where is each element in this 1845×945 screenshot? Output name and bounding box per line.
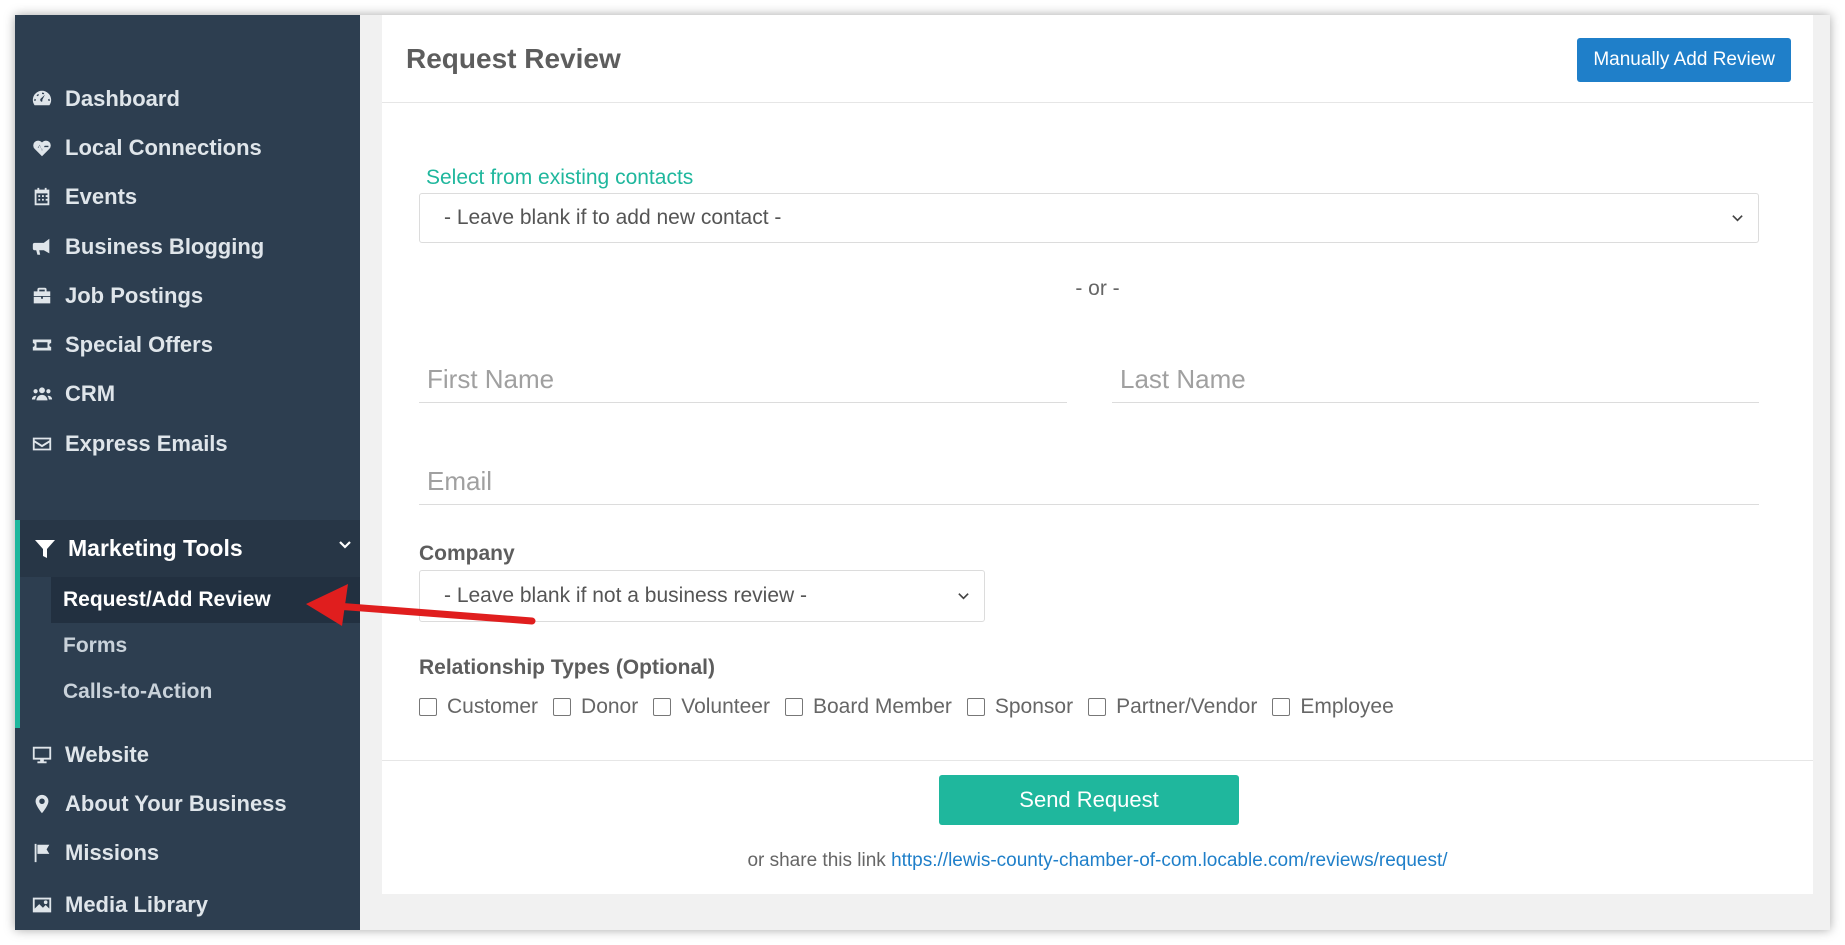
checkbox-label: Donor [581, 695, 639, 718]
company-label: Company [419, 542, 515, 565]
map-marker-icon [29, 791, 55, 817]
divider [382, 760, 1813, 761]
sidebar-item-label: Media Library [65, 892, 209, 917]
checkbox-box[interactable] [784, 698, 803, 716]
checkbox-box[interactable] [966, 698, 985, 716]
or-separator: - or - [1075, 277, 1120, 300]
relationship-types-group: Customer Donor Volunteer Board Member Sp… [419, 695, 1409, 719]
sidebar-item-label: Local Connections [65, 135, 262, 160]
checkbox-box[interactable] [419, 698, 437, 716]
email-input[interactable] [419, 459, 1759, 505]
sidebar: Dashboard Local Connections Events Busin… [15, 15, 360, 930]
checkbox-sponsor[interactable]: Sponsor [966, 695, 1074, 719]
checkbox-partner-vendor[interactable]: Partner/Vendor [1088, 695, 1257, 719]
tachometer-icon [29, 86, 55, 112]
checkbox-label: Volunteer [681, 695, 770, 718]
checkbox-box[interactable] [553, 698, 572, 716]
sidebar-item-dashboard[interactable]: Dashboard [15, 74, 360, 124]
sidebar-item-about-your-business[interactable]: About Your Business [15, 779, 360, 829]
sidebar-subitem-label: Forms [63, 634, 128, 657]
checkbox-label: Customer [447, 695, 539, 718]
page-title: Request Review [406, 43, 621, 74]
flag-icon [29, 840, 55, 866]
first-name-input[interactable] [419, 357, 1067, 403]
existing-contacts-select-value: - Leave blank if to add new contact - [444, 206, 782, 229]
manually-add-review-button[interactable]: Manually Add Review [1577, 38, 1791, 82]
calendar-icon [29, 184, 55, 210]
checkbox-box[interactable] [1088, 698, 1107, 716]
image-icon [29, 892, 55, 918]
sidebar-item-business-blogging[interactable]: Business Blogging [15, 222, 360, 272]
share-request-link[interactable]: https://lewis-county-chamber-of-com.loca… [891, 850, 1447, 871]
envelope-icon [29, 431, 55, 457]
sidebar-item-special-offers[interactable]: Special Offers [15, 320, 360, 370]
existing-contacts-select[interactable]: - Leave blank if to add new contact - [419, 193, 1759, 243]
sidebar-subitem-label: Calls-to-Action [63, 680, 213, 703]
chevron-down-icon [958, 593, 969, 600]
sidebar-item-label: Express Emails [65, 431, 228, 456]
sidebar-item-label: Missions [65, 840, 160, 865]
checkbox-volunteer[interactable]: Volunteer [653, 695, 770, 719]
ticket-icon [29, 332, 55, 358]
sidebar-item-label: Dashboard [65, 86, 180, 111]
chevron-down-icon [339, 541, 351, 549]
checkbox-label: Board Member [812, 695, 952, 718]
users-icon [29, 381, 55, 407]
app-window: Dashboard Local Connections Events Busin… [15, 15, 1830, 930]
company-select-value: - Leave blank if not a business review - [444, 584, 808, 607]
sidebar-item-missions[interactable]: Missions [15, 828, 360, 878]
share-prefix: or share this link [747, 850, 886, 871]
checkbox-label: Sponsor [994, 695, 1074, 718]
share-link-line: or share this link https://lewis-county-… [382, 850, 1813, 872]
sidebar-item-media-library[interactable]: Media Library [15, 880, 360, 930]
relationship-types-label: Relationship Types (Optional) [419, 656, 715, 679]
send-request-button[interactable]: Send Request [939, 775, 1239, 825]
filter-icon [32, 536, 58, 562]
checkbox-box[interactable] [653, 698, 672, 716]
chevron-down-icon [1732, 215, 1743, 222]
checkbox-label: Partner/Vendor [1116, 695, 1258, 718]
checkbox-label: Employee [1300, 695, 1394, 718]
checkbox-donor[interactable]: Donor [553, 695, 638, 719]
monitor-icon [29, 742, 55, 768]
checkbox-box[interactable] [1272, 698, 1291, 716]
contacts-label: Select from existing contacts [426, 166, 694, 189]
sidebar-group-marketing-tools[interactable]: Marketing Tools [20, 520, 360, 577]
checkbox-employee[interactable]: Employee [1272, 695, 1394, 719]
heartbeat-icon [29, 135, 55, 161]
briefcase-icon [29, 283, 55, 309]
company-select[interactable]: - Leave blank if not a business review - [419, 570, 985, 622]
sidebar-item-express-emails[interactable]: Express Emails [15, 419, 360, 469]
sidebar-item-label: Events [65, 184, 138, 209]
last-name-input[interactable] [1112, 357, 1759, 403]
sidebar-subitem-forms[interactable]: Forms [51, 623, 360, 669]
sidebar-subitem-calls-to-action[interactable]: Calls-to-Action [51, 669, 360, 715]
sidebar-item-label: Website [65, 742, 149, 767]
sidebar-item-label: CRM [65, 381, 116, 406]
sidebar-item-crm[interactable]: CRM [15, 369, 360, 419]
megaphone-icon [29, 234, 55, 260]
sidebar-item-website[interactable]: Website [15, 730, 360, 780]
sidebar-item-label: Special Offers [65, 332, 213, 357]
divider [382, 102, 1813, 103]
sidebar-item-label: Business Blogging [65, 234, 265, 259]
sidebar-group-label: Marketing Tools [68, 535, 243, 561]
sidebar-item-job-postings[interactable]: Job Postings [15, 271, 360, 321]
checkbox-board-member[interactable]: Board Member [784, 695, 952, 719]
checkbox-customer[interactable]: Customer [419, 695, 538, 719]
sidebar-subitem-request-add-review[interactable]: Request/Add Review [51, 577, 360, 623]
sidebar-item-label: Job Postings [65, 283, 204, 308]
sidebar-subitem-label: Request/Add Review [63, 588, 271, 611]
sidebar-item-local-connections[interactable]: Local Connections [15, 123, 360, 173]
sidebar-item-events[interactable]: Events [15, 172, 360, 222]
sidebar-item-label: About Your Business [65, 791, 287, 816]
request-review-panel: Request Review Manually Add Review Selec… [382, 15, 1813, 894]
